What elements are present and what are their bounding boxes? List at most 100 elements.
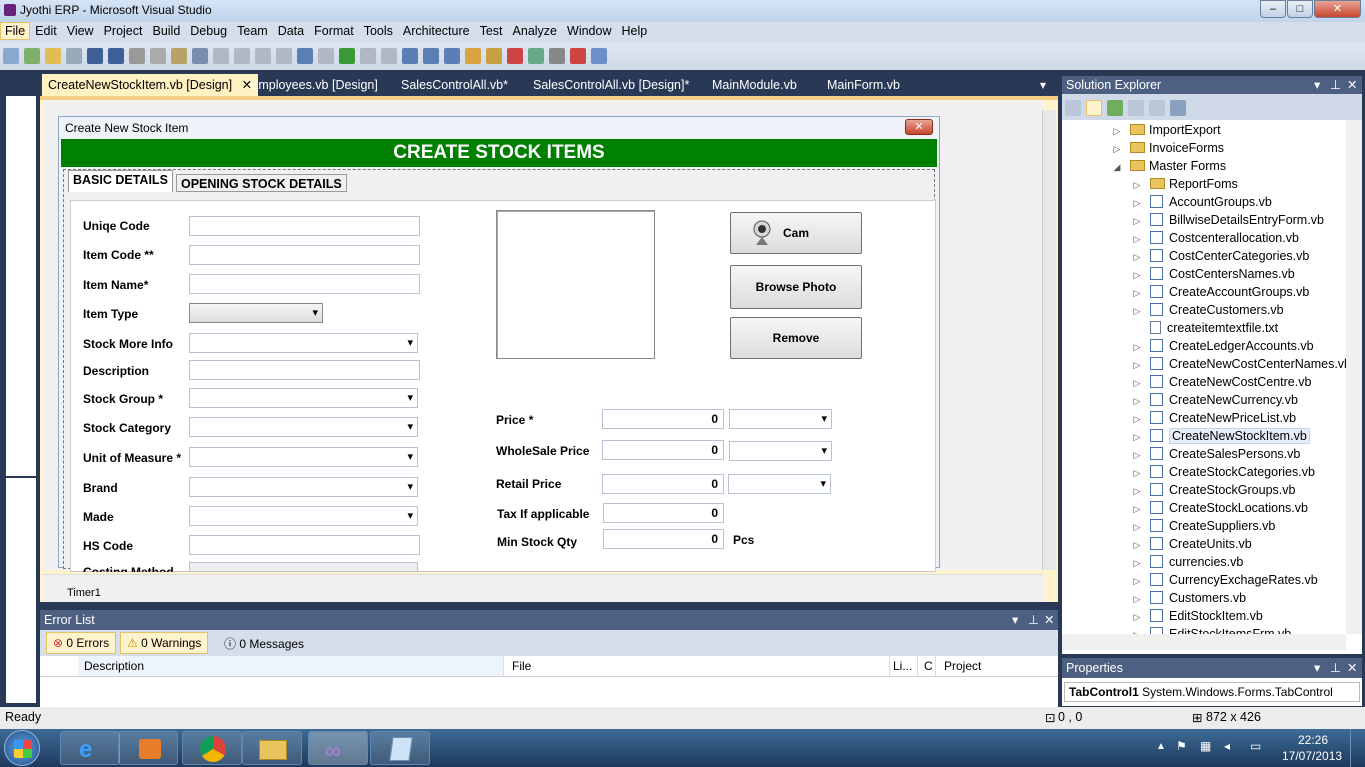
show-all-files-icon[interactable] bbox=[1086, 100, 1102, 116]
media-player-taskbar-icon[interactable] bbox=[118, 731, 178, 765]
messages-filter-button[interactable]: ⓘ 0 Messages bbox=[218, 632, 310, 654]
collapsed-arrow-icon[interactable]: ▷ bbox=[1132, 482, 1142, 500]
uniq-code-input[interactable] bbox=[189, 216, 420, 236]
tree-item[interactable]: ▷ CreateNewStockItem.vb bbox=[1132, 427, 1310, 445]
designer-vertical-scrollbar[interactable] bbox=[1042, 110, 1056, 570]
tree-item[interactable]: ▷ CurrencyExchageRates.vb bbox=[1132, 571, 1318, 589]
tree-item[interactable]: ▷ CreateAccountGroups.vb bbox=[1132, 283, 1309, 301]
new-project-icon[interactable] bbox=[3, 48, 19, 64]
tab-control[interactable]: BASIC DETAILS OPENING STOCK DETAILS Uniq… bbox=[63, 169, 936, 572]
close-panel-icon[interactable]: ✕ bbox=[1044, 610, 1054, 630]
col-line[interactable]: Li... bbox=[890, 656, 918, 676]
uncomment-icon[interactable] bbox=[234, 48, 250, 64]
copy-icon[interactable] bbox=[150, 48, 166, 64]
tree-item[interactable]: ▷ Customers.vb bbox=[1132, 589, 1246, 607]
tab-salescontrolall[interactable]: SalesControlAll.vb* bbox=[395, 74, 514, 96]
class-diagram-icon[interactable] bbox=[1170, 100, 1186, 116]
tree-item[interactable]: ▷ EditStockItem.vb bbox=[1132, 607, 1263, 625]
collapsed-arrow-icon[interactable]: ▷ bbox=[1132, 464, 1142, 482]
wholesale-price-input[interactable]: 0 bbox=[602, 440, 724, 460]
internet-explorer-taskbar-icon[interactable]: e bbox=[60, 731, 120, 765]
panel-dropdown-icon[interactable]: ▾ bbox=[1314, 658, 1320, 678]
tree-item[interactable]: ◢ Master Forms bbox=[1112, 157, 1227, 175]
explorer-taskbar-icon[interactable] bbox=[242, 731, 302, 765]
step-out-icon[interactable] bbox=[444, 48, 460, 64]
tree-item[interactable]: ▷ CreateNewCostCenterNames.vb bbox=[1132, 355, 1346, 373]
collapsed-arrow-icon[interactable]: ▷ bbox=[1112, 140, 1122, 158]
retail-price-input[interactable]: 0 bbox=[602, 474, 724, 494]
brand-select[interactable] bbox=[189, 477, 418, 497]
view-code-icon[interactable] bbox=[1128, 100, 1144, 116]
cam-button[interactable]: Cam bbox=[730, 212, 862, 254]
show-hidden-icons[interactable]: ▲ bbox=[1156, 741, 1166, 752]
tax-input[interactable]: 0 bbox=[603, 503, 724, 523]
flag-icon[interactable]: ⚑ bbox=[1176, 739, 1187, 753]
tab-basic-details[interactable]: BASIC DETAILS bbox=[68, 170, 173, 192]
menu-edit[interactable]: Edit bbox=[30, 22, 62, 40]
pin-icon[interactable]: ⊥ bbox=[1330, 76, 1341, 94]
clock-time[interactable]: 22:26 bbox=[1298, 733, 1328, 747]
menu-file[interactable]: File bbox=[0, 22, 31, 40]
panel-dropdown-icon[interactable]: ▾ bbox=[1314, 76, 1320, 94]
collapsed-arrow-icon[interactable]: ▷ bbox=[1132, 626, 1142, 634]
collapsed-arrow-icon[interactable]: ▷ bbox=[1132, 248, 1142, 266]
close-panel-icon[interactable]: ✕ bbox=[1347, 658, 1357, 678]
collapsed-arrow-icon[interactable]: ▷ bbox=[1132, 590, 1142, 608]
visual-studio-taskbar-icon[interactable]: ∞ bbox=[308, 731, 368, 765]
remove-button[interactable]: Remove bbox=[730, 317, 862, 359]
description-input[interactable] bbox=[189, 360, 420, 380]
tree-item[interactable]: ▷ CreateStockGroups.vb bbox=[1132, 481, 1295, 499]
collapsed-arrow-icon[interactable]: ▷ bbox=[1132, 176, 1142, 194]
find-icon[interactable] bbox=[192, 48, 208, 64]
retail-currency-select[interactable] bbox=[728, 474, 831, 494]
tree-item[interactable]: ▷ CreateNewCurrency.vb bbox=[1132, 391, 1298, 409]
close-window-button[interactable]: ✕ bbox=[1314, 0, 1361, 18]
notepad-taskbar-icon[interactable] bbox=[370, 731, 430, 765]
comment-icon[interactable] bbox=[213, 48, 229, 64]
tools-icon[interactable] bbox=[549, 48, 565, 64]
tree-item[interactable]: ▷ CreateLedgerAccounts.vb bbox=[1132, 337, 1314, 355]
tree-item[interactable]: ▷ CreateSuppliers.vb bbox=[1132, 517, 1275, 535]
collapsed-arrow-icon[interactable]: ▷ bbox=[1132, 554, 1142, 572]
tab-opening-stock-details[interactable]: OPENING STOCK DETAILS bbox=[176, 174, 347, 192]
step-over-icon[interactable] bbox=[423, 48, 439, 64]
tree-item[interactable]: ▷ CreateSalesPersons.vb bbox=[1132, 445, 1300, 463]
navigate-forward-icon[interactable] bbox=[318, 48, 334, 64]
tab-mainmodule[interactable]: MainModule.vb bbox=[706, 74, 803, 96]
collapsed-arrow-icon[interactable]: ▷ bbox=[1132, 446, 1142, 464]
minimize-button[interactable]: – bbox=[1260, 0, 1286, 18]
collapsed-arrow-icon[interactable]: ▷ bbox=[1132, 536, 1142, 554]
collapsed-arrow-icon[interactable]: ▷ bbox=[1132, 212, 1142, 230]
tree-item[interactable]: ▷ CreateStockLocations.vb bbox=[1132, 499, 1308, 517]
tree-item[interactable]: ▷ CostCentersNames.vb bbox=[1132, 265, 1295, 283]
menu-test[interactable]: Test bbox=[475, 22, 508, 40]
collapsed-arrow-icon[interactable]: ▷ bbox=[1132, 356, 1142, 374]
extension-icon[interactable] bbox=[591, 48, 607, 64]
stock-category-select[interactable] bbox=[189, 417, 418, 437]
menu-format[interactable]: Format bbox=[309, 22, 359, 40]
collapsed-arrow-icon[interactable]: ▷ bbox=[1132, 518, 1142, 536]
collapsed-arrow-icon[interactable]: ▷ bbox=[1132, 338, 1142, 356]
form-window[interactable]: Create New Stock Item ✕ CREATE STOCK ITE… bbox=[58, 116, 940, 572]
open-icon[interactable] bbox=[45, 48, 61, 64]
tree-item[interactable]: ▷ BillwiseDetailsEntryForm.vb bbox=[1132, 211, 1324, 229]
collapsed-arrow-icon[interactable]: ▷ bbox=[1132, 392, 1142, 410]
collapsed-arrow-icon[interactable]: ▷ bbox=[1132, 428, 1142, 446]
show-desktop-button[interactable] bbox=[1350, 729, 1365, 767]
chrome-taskbar-icon[interactable] bbox=[182, 731, 242, 765]
clock-date[interactable]: 17/07/2013 bbox=[1282, 749, 1342, 763]
col-project[interactable]: Project bbox=[938, 656, 1058, 676]
price-input[interactable]: 0 bbox=[602, 409, 724, 429]
menu-data[interactable]: Data bbox=[273, 22, 309, 40]
step-into-icon[interactable] bbox=[402, 48, 418, 64]
pause-icon[interactable] bbox=[360, 48, 376, 64]
object-browser-icon[interactable] bbox=[507, 48, 523, 64]
menu-view[interactable]: View bbox=[62, 22, 99, 40]
tree-item[interactable]: ▷ ReportFoms bbox=[1132, 175, 1238, 193]
col-file[interactable]: File bbox=[506, 656, 890, 676]
min-stock-input[interactable]: 0 bbox=[603, 529, 724, 549]
collapsed-arrow-icon[interactable]: ▷ bbox=[1132, 302, 1142, 320]
menu-tools[interactable]: Tools bbox=[359, 22, 398, 40]
wholesale-currency-select[interactable] bbox=[729, 441, 832, 461]
menu-debug[interactable]: Debug bbox=[185, 22, 232, 40]
